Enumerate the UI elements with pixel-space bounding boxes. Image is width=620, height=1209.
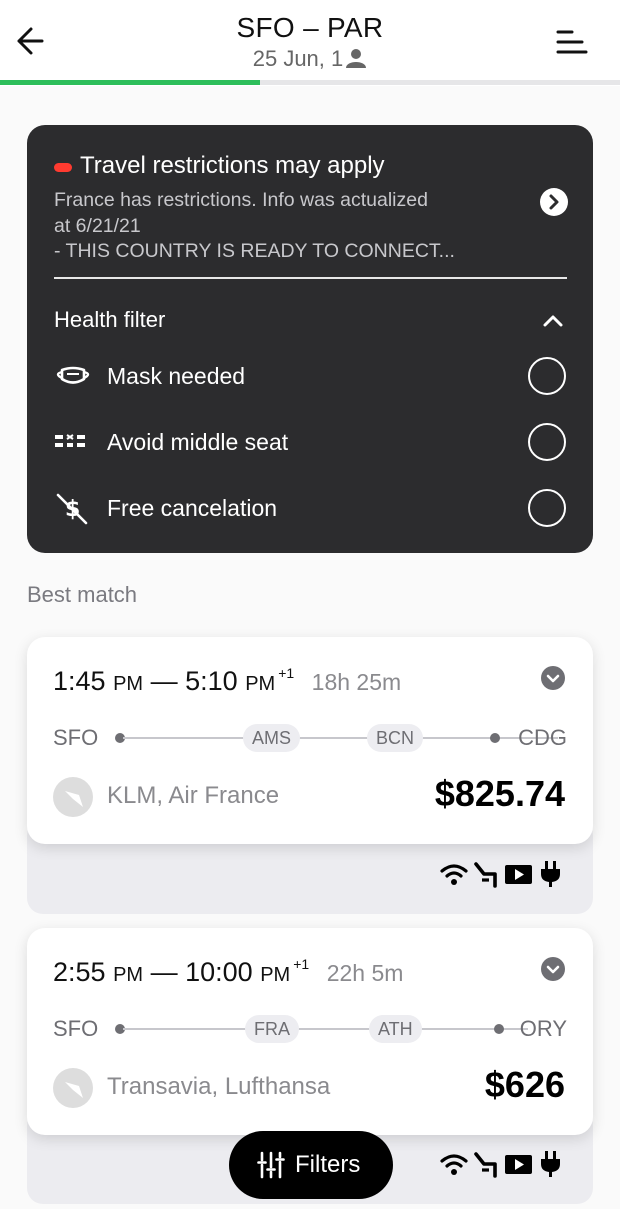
airline-logo [53, 1068, 93, 1108]
flight-card[interactable]: 2:55 PM — 10:00 PM +1 22h 5m SFO FRA ATH … [27, 928, 593, 1135]
health-option-seat[interactable]: Avoid middle seat [27, 417, 593, 467]
route-line [123, 1028, 528, 1030]
radio-button[interactable] [528, 489, 566, 527]
arrive-ampm: PM [245, 673, 276, 695]
flight-times: 1:45 PM — 5:10 PM +1 18h 25m [53, 665, 401, 697]
amenities-row [439, 1150, 565, 1178]
sliders-icon [257, 1151, 285, 1179]
chevron-down-icon[interactable] [541, 957, 565, 981]
mask-icon [53, 359, 93, 393]
video-icon [505, 865, 532, 884]
no-dollar-icon: $ [53, 491, 93, 525]
airline-names: KLM, Air France [107, 782, 280, 809]
power-icon [541, 861, 560, 887]
destination-code: ORY [519, 1016, 567, 1041]
time-dash: — [150, 957, 178, 987]
amenities-row [439, 860, 565, 888]
restriction-indicator [54, 163, 72, 172]
arrive-time: 10:00 [185, 957, 253, 987]
filters-button[interactable]: Filters [229, 1131, 393, 1199]
flight-route: SFO AMS BCN CDG [53, 723, 567, 753]
menu-icon[interactable] [556, 28, 588, 56]
health-option-label: Avoid middle seat [107, 429, 289, 455]
depart-time: 2:55 [53, 957, 106, 987]
arrive-time: 5:10 [185, 666, 238, 696]
depart-time: 1:45 [53, 666, 106, 696]
seat-recline-icon [474, 862, 497, 888]
section-title: Best match [27, 582, 138, 607]
stop-code: BCN [367, 724, 424, 752]
origin-code: SFO [53, 725, 99, 750]
route-dot [490, 733, 500, 743]
trip-subtitle: 25 Jun, 1 [0, 46, 620, 74]
stop-code: FRA [245, 1015, 299, 1043]
flight-route: SFO FRA ATH ORY [53, 1014, 567, 1044]
wifi-icon [440, 864, 468, 885]
route-title: SFO – PAR [236, 12, 384, 43]
chevron-up-icon[interactable] [541, 311, 565, 331]
airline-names: Transavia, Lufthansa [107, 1073, 331, 1100]
seat-recline-icon [474, 1152, 497, 1178]
flight-price: $626 [484, 1064, 565, 1105]
day-offset: +1 [293, 956, 310, 972]
progress-bar [0, 80, 620, 85]
flight-card[interactable]: 1:45 PM — 5:10 PM +1 18h 25m SFO AMS BCN … [27, 637, 593, 844]
time-dash: — [150, 666, 178, 696]
video-icon [505, 1155, 532, 1174]
day-offset: +1 [278, 665, 295, 681]
restrictions-card: Travel restrictions may apply France has… [27, 125, 593, 553]
health-option-label: Mask needed [107, 363, 246, 389]
person-icon [345, 48, 367, 74]
health-filter-title: Health filter [54, 307, 166, 332]
flight-price: $825.74 [434, 773, 565, 814]
chevron-right-icon[interactable] [540, 188, 568, 216]
restrictions-line-1: France has restrictions. Info was actual… [54, 189, 428, 211]
radio-button[interactable] [528, 423, 566, 461]
restrictions-line-3: - THIS COUNTRY IS READY TO CONNECT... [54, 240, 455, 262]
restrictions-info[interactable]: France has restrictions. Info was actual… [54, 188, 524, 265]
power-icon [541, 1151, 560, 1177]
restrictions-title: Travel restrictions may apply [80, 152, 385, 179]
seat-icon [53, 425, 93, 459]
depart-ampm: PM [113, 964, 144, 986]
health-option-cancelation[interactable]: $ Free cancelation [27, 483, 593, 533]
flight-duration: 18h 25m [311, 669, 402, 695]
airline-logo [53, 777, 93, 817]
stop-code: ATH [369, 1015, 422, 1043]
restrictions-line-2: at 6/21/21 [54, 214, 141, 237]
chevron-down-icon[interactable] [541, 666, 565, 690]
filters-label: Filters [295, 1151, 361, 1178]
stop-code: AMS [243, 724, 301, 752]
progress-fill [0, 80, 261, 85]
top-bar: SFO – PAR 25 Jun, 1 [0, 0, 620, 86]
destination-code: CDG [518, 725, 567, 750]
wifi-icon [440, 1154, 468, 1175]
divider [54, 277, 567, 279]
route-dot [494, 1024, 504, 1034]
date-passengers: 25 Jun, 1 [252, 46, 344, 71]
flight-duration: 22h 5m [326, 960, 404, 986]
flight-times: 2:55 PM — 10:00 PM +1 22h 5m [53, 956, 403, 988]
depart-ampm: PM [113, 673, 144, 695]
health-option-mask[interactable]: Mask needed [27, 351, 593, 401]
health-option-label: Free cancelation [107, 495, 278, 521]
radio-button[interactable] [528, 357, 566, 395]
arrive-ampm: PM [260, 964, 291, 986]
origin-code: SFO [53, 1016, 99, 1041]
